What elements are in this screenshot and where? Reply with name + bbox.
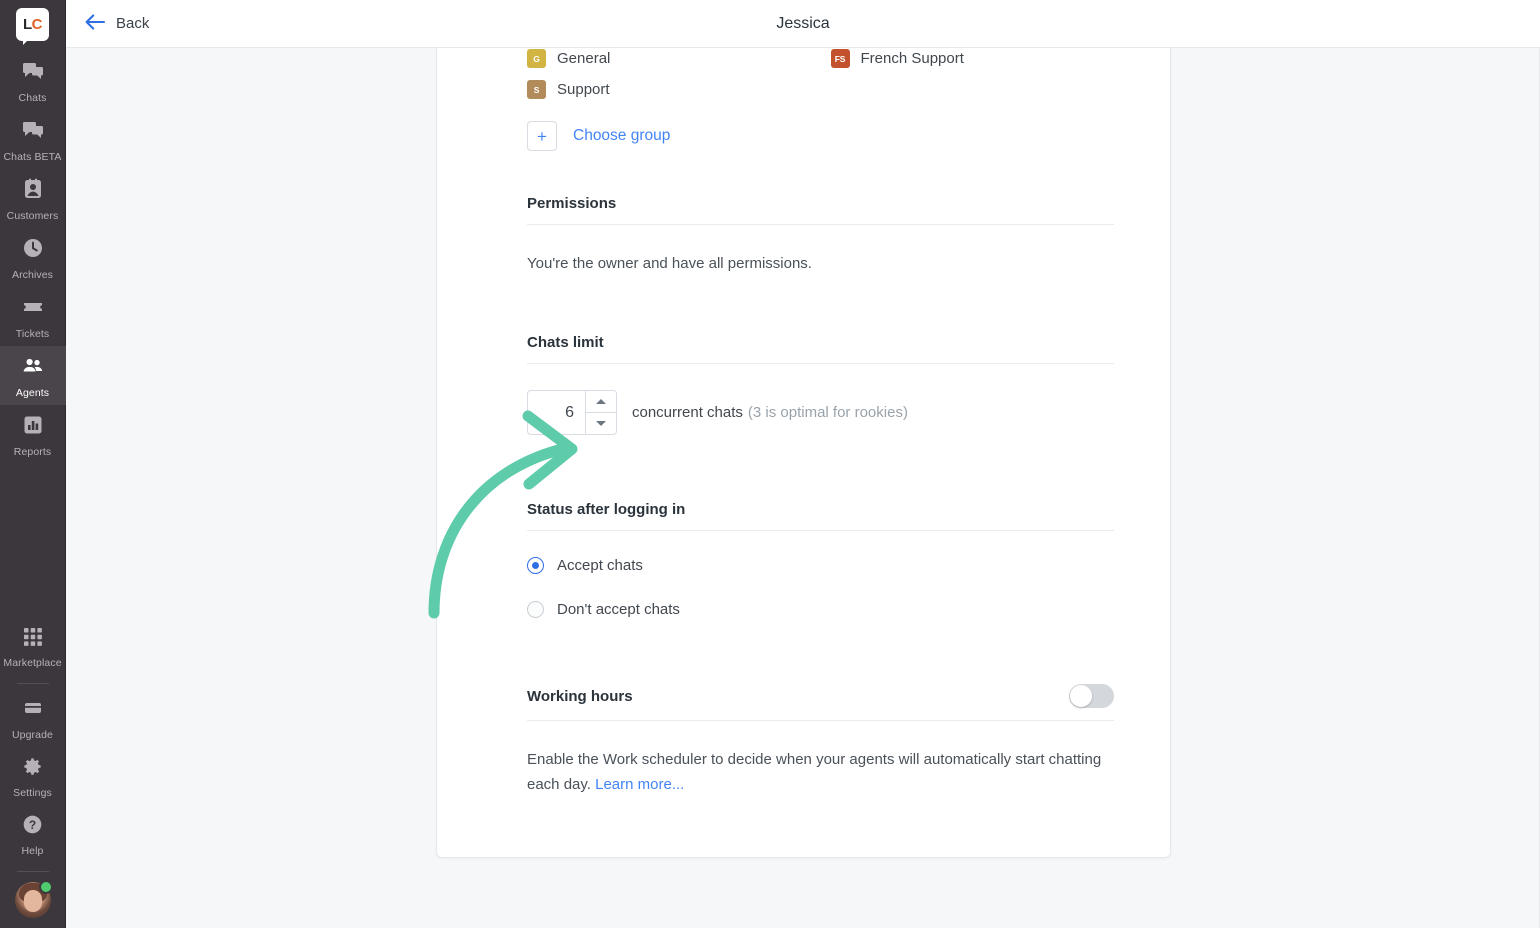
content-scroll-area[interactable]: G General FS French Support S Support + …	[66, 48, 1540, 928]
sidebar-item-chats[interactable]: Chats	[0, 51, 66, 110]
chats-limit-label: concurrent chats	[632, 404, 743, 421]
group-name: Support	[557, 81, 610, 98]
upgrade-card-icon	[21, 696, 45, 725]
back-button[interactable]: Back	[84, 13, 149, 34]
stepper-increment-button[interactable]	[586, 391, 616, 412]
radio-unselected-icon[interactable]	[527, 601, 544, 618]
sidebar-label: Settings	[13, 787, 52, 799]
group-badge-french-support: FS	[830, 49, 850, 68]
chats-limit-hint: (3 is optimal for rookies)	[747, 404, 908, 421]
groups-list: G General FS French Support S Support	[527, 49, 1114, 99]
sidebar-label: Upgrade	[12, 729, 53, 741]
toggle-knob	[1070, 685, 1092, 707]
customers-icon	[21, 177, 45, 206]
chats-limit-input[interactable]	[528, 391, 585, 434]
radio-selected-icon[interactable]	[527, 557, 544, 574]
status-after-login-section: Status after logging in Accept chats Don…	[527, 501, 1114, 618]
arrow-left-icon	[84, 13, 106, 34]
radio-option-dont-accept-chats[interactable]: Don't accept chats	[527, 601, 1114, 618]
logo-letter-c: C	[31, 16, 43, 33]
group-item[interactable]: S Support	[527, 80, 811, 99]
caret-down-icon	[596, 421, 606, 426]
sidebar-divider	[16, 683, 49, 684]
group-name: General	[557, 50, 611, 67]
back-label: Back	[116, 15, 150, 32]
choose-group-link[interactable]: Choose group	[573, 127, 670, 145]
sidebar-label: Tickets	[15, 328, 50, 340]
sidebar-item-chats-beta[interactable]: Chats BETA	[0, 110, 66, 169]
sidebar-label: Agents	[15, 387, 50, 399]
group-name: French Support	[860, 50, 964, 67]
agents-icon	[21, 354, 45, 383]
sidebar-item-tickets[interactable]: Tickets	[0, 287, 66, 346]
group-badge-general: G	[527, 49, 546, 68]
livechat-logo[interactable]: LC	[16, 0, 49, 51]
working-hours-title: Working hours	[527, 687, 633, 705]
sidebar-bottom-group: Marketplace Upgrade Settings ? Help	[0, 618, 66, 928]
sidebar-item-upgrade[interactable]: Upgrade	[0, 688, 66, 747]
permissions-section: Permissions You're the owner and have al…	[527, 195, 1114, 276]
stepper-decrement-button[interactable]	[586, 412, 616, 434]
sidebar-label: Customers	[6, 210, 59, 222]
sidebar-label: Reports	[13, 446, 52, 458]
sidebar-item-archives[interactable]: Archives	[0, 228, 66, 287]
plus-icon: +	[537, 126, 547, 146]
agent-settings-card: G General FS French Support S Support + …	[436, 48, 1171, 858]
question-mark-icon: ?	[21, 813, 44, 841]
radio-option-accept-chats[interactable]: Accept chats	[527, 557, 1114, 574]
caret-up-icon	[596, 399, 606, 404]
sidebar-item-reports[interactable]: Reports	[0, 405, 66, 464]
sidebar-label: Chats BETA	[3, 151, 62, 163]
marketplace-grid-icon	[22, 626, 44, 653]
tickets-icon	[21, 295, 45, 324]
working-hours-section: Working hours Enable the Work scheduler …	[527, 684, 1114, 797]
chats-limit-stepper[interactable]	[527, 390, 617, 435]
group-item[interactable]: G General	[527, 49, 811, 68]
working-hours-toggle[interactable]	[1069, 684, 1114, 708]
status-after-login-title: Status after logging in	[527, 501, 686, 518]
learn-more-link[interactable]: Learn more...	[595, 776, 684, 793]
add-group-button[interactable]: +	[527, 121, 557, 151]
content-outer: G General FS French Support S Support + …	[66, 48, 1540, 928]
archives-clock-icon	[21, 236, 45, 265]
sidebar-item-agents[interactable]: Agents	[0, 346, 66, 405]
choose-group-row: + Choose group	[527, 121, 1114, 151]
sidebar-label: Marketplace	[3, 657, 62, 669]
permissions-text: You're the owner and have all permission…	[527, 255, 812, 272]
chats-icon	[21, 59, 45, 88]
chats-limit-section: Chats limit 6 concurrent chats (3 is opt…	[527, 334, 1114, 435]
chats-limit-title: Chats limit	[527, 334, 604, 351]
sidebar-divider-bottom	[16, 871, 49, 872]
main-area: Back Jessica G General FS French Support…	[66, 0, 1540, 928]
logo-letter-l: L	[22, 16, 32, 33]
avatar[interactable]	[14, 880, 53, 918]
svg-text:?: ?	[29, 818, 36, 832]
permissions-title: Permissions	[527, 195, 617, 212]
main-sidebar: LC Chats Chats BETA Customers Archives T…	[0, 0, 66, 928]
sidebar-item-marketplace[interactable]: Marketplace	[0, 618, 66, 675]
page-title: Jessica	[776, 14, 830, 32]
sidebar-item-settings[interactable]: Settings	[0, 747, 66, 805]
group-badge-support: S	[527, 80, 546, 99]
sidebar-label: Help	[21, 845, 44, 857]
group-item[interactable]: FS French Support	[830, 49, 1115, 68]
chats-beta-icon	[21, 118, 45, 147]
sidebar-label: Chats	[18, 92, 47, 104]
working-hours-description: Enable the Work scheduler to decide when…	[527, 747, 1114, 797]
sidebar-item-help[interactable]: ? Help	[0, 805, 66, 863]
status-badge	[38, 880, 53, 894]
gear-icon	[21, 755, 44, 783]
radio-label: Accept chats	[557, 557, 643, 574]
top-bar: Back Jessica	[66, 0, 1540, 48]
reports-bar-chart-icon	[21, 413, 45, 442]
sidebar-item-customers[interactable]: Customers	[0, 169, 66, 228]
sidebar-label: Archives	[11, 269, 54, 281]
app-root: LC Chats Chats BETA Customers Archives T…	[0, 0, 1540, 928]
radio-label: Don't accept chats	[557, 601, 680, 618]
